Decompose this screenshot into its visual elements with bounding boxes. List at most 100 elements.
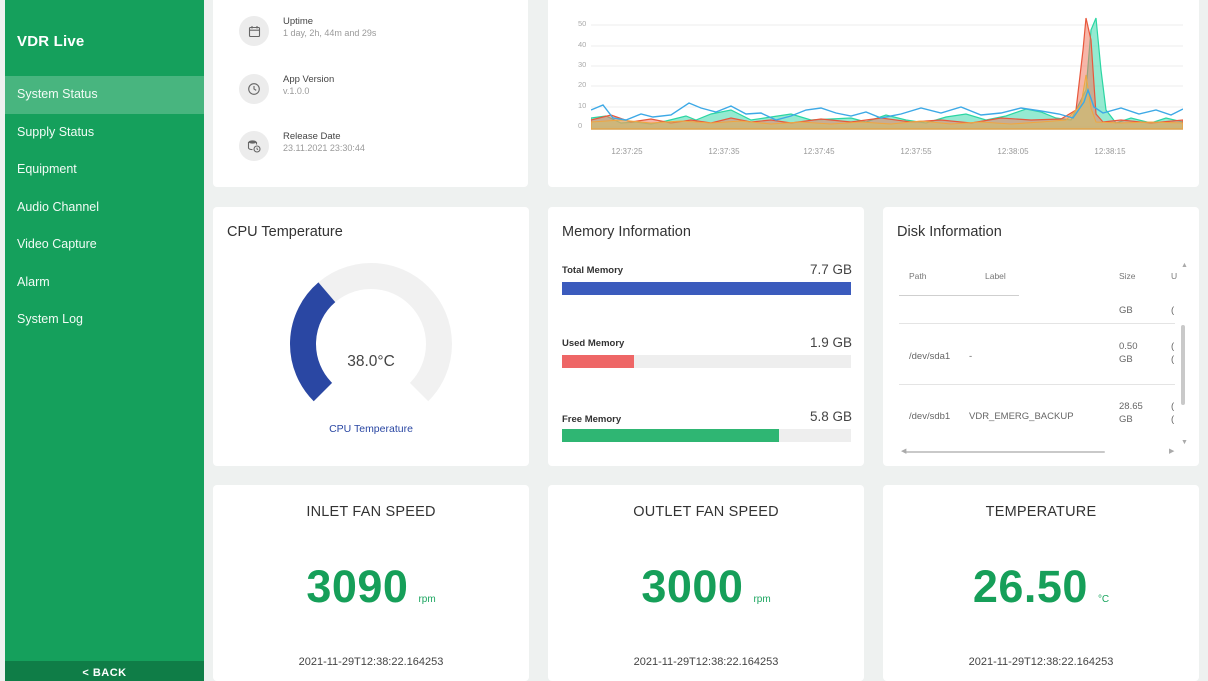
x-tick: 12:37:35 (708, 147, 740, 156)
x-tick: 12:38:15 (1094, 147, 1126, 156)
metric-title: TEMPERATURE (985, 504, 1097, 520)
sidebar-item-system-log[interactable]: System Log (5, 301, 204, 339)
sidebar-item-supply-status[interactable]: Supply Status (5, 114, 204, 152)
column-header-size[interactable]: Size (1119, 271, 1136, 281)
metric-value-row: 3090 rpm (213, 561, 529, 613)
sidebar-nav: System Status Supply Status Equipment Au… (5, 76, 204, 339)
metric-title: INLET FAN SPEED (306, 504, 436, 520)
column-header-path[interactable]: Path (909, 271, 927, 281)
row-divider (899, 295, 1019, 296)
table-cell: GB (1119, 305, 1133, 316)
x-axis: 12:37:25 12:37:35 12:37:45 12:37:55 12:3… (548, 147, 1199, 159)
table-cell-size-unit: GB (1119, 354, 1133, 365)
database-clock-icon (239, 131, 269, 161)
disk-card: Disk Information Path Label Size U GB ( … (883, 207, 1199, 466)
used-memory-value: 1.9 GB (809, 335, 852, 350)
cpu-gauge-caption: CPU Temperature (329, 423, 413, 435)
sidebar-item-system-status[interactable]: System Status (5, 76, 204, 114)
table-cell: ( (1171, 401, 1175, 412)
free-memory-fill (562, 429, 779, 442)
free-memory-label: Free Memory (562, 414, 622, 425)
column-header-label[interactable]: Label (985, 271, 1006, 281)
metric-value: 3090 (306, 561, 409, 612)
total-memory-bar (562, 282, 851, 295)
scroll-right-icon[interactable]: ▶ (1169, 447, 1174, 455)
sidebar-item-equipment[interactable]: Equipment (5, 151, 204, 189)
uptime-label: Uptime (283, 16, 314, 27)
release-date-value: 23.11.2021 23:30:44 (283, 143, 365, 153)
metric-unit: rpm (753, 594, 771, 605)
vertical-scrollbar[interactable] (1181, 325, 1185, 405)
table-cell: ( (1171, 341, 1175, 352)
sidebar-item-alarm[interactable]: Alarm (5, 264, 204, 302)
metric-unit: rpm (418, 594, 436, 605)
back-button[interactable]: < BACK (5, 661, 204, 681)
load-chart-plot (591, 17, 1183, 130)
disk-table-body: GB ( /dev/sda1 - 0.50 GB ( ( /dev/sdb1 V… (899, 293, 1175, 437)
metric-timestamp: 2021-11-29T12:38:22.164253 (968, 656, 1114, 668)
calendar-icon (239, 16, 269, 46)
sidebar: VDR Live System Status Supply Status Equ… (5, 0, 204, 681)
table-cell-size-unit: GB (1119, 414, 1133, 425)
metric-value: 26.50 (972, 561, 1088, 612)
table-cell: ( (1171, 354, 1175, 365)
scroll-up-icon[interactable]: ▲ (1181, 262, 1188, 269)
memory-card-title: Memory Information (562, 224, 691, 240)
scroll-down-icon[interactable]: ▼ (1181, 439, 1188, 446)
total-memory-label: Total Memory (562, 265, 624, 276)
table-cell: ( (1171, 305, 1175, 316)
y-tick: 20 (578, 80, 587, 89)
y-tick: 10 (578, 101, 587, 110)
table-cell: ( (1171, 414, 1175, 425)
temperature-card: TEMPERATURE 26.50 °C 2021-11-29T12:38:22.… (883, 485, 1199, 681)
row-divider (899, 384, 1175, 385)
metric-unit: °C (1097, 594, 1110, 605)
y-tick: 40 (578, 40, 587, 49)
used-memory-bar (562, 355, 851, 368)
table-cell-path: /dev/sdb1 (909, 411, 951, 422)
load-chart-card: 50 40 30 20 10 0 12:37:25 12:37:35 12:37… (548, 0, 1199, 187)
release-date-label: Release Date (283, 131, 341, 142)
x-tick: 12:37:45 (803, 147, 835, 156)
x-tick: 12:37:55 (900, 147, 932, 156)
cpu-temperature-value: 38.0°C (347, 353, 395, 370)
system-info-card: Uptime 1 day, 2h, 44m and 29s App Versio… (213, 0, 528, 187)
app-title: VDR Live (17, 33, 85, 50)
row-divider (899, 323, 1175, 324)
table-cell-size: 0.50 (1119, 341, 1138, 352)
sidebar-item-video-capture[interactable]: Video Capture (5, 226, 204, 264)
cpu-temperature-card: CPU Temperature 38.0°C CPU Temperature (213, 207, 529, 466)
gauge-fill (290, 282, 336, 402)
uptime-value: 1 day, 2h, 44m and 29s (283, 28, 377, 38)
metric-title: OUTLET FAN SPEED (633, 504, 779, 520)
y-tick: 0 (578, 121, 583, 130)
metric-value-row: 3000 rpm (548, 561, 864, 613)
y-tick: 50 (578, 19, 587, 28)
total-memory-fill (562, 282, 851, 295)
table-cell-size: 28.65 (1119, 401, 1143, 412)
cpu-card-title: CPU Temperature (227, 224, 343, 240)
table-cell-label: - (969, 351, 973, 362)
cpu-gauge (290, 263, 452, 402)
app-version-value: v.1.0.0 (283, 86, 310, 96)
column-header-u[interactable]: U (1171, 271, 1177, 281)
used-memory-label: Used Memory (562, 338, 625, 349)
sidebar-item-audio-channel[interactable]: Audio Channel (5, 189, 204, 227)
total-memory-value: 7.7 GB (809, 262, 852, 277)
horizontal-scrollbar[interactable] (905, 451, 1105, 453)
metric-timestamp: 2021-11-29T12:38:22.164253 (298, 656, 444, 668)
memory-card: Memory Information Total Memory 7.7 GB U… (548, 207, 864, 466)
used-memory-fill (562, 355, 635, 368)
x-tick: 12:38:05 (997, 147, 1029, 156)
metric-value: 3000 (641, 561, 744, 612)
metric-timestamp: 2021-11-29T12:38:22.164253 (633, 656, 779, 668)
disk-card-title: Disk Information (897, 224, 1002, 240)
inlet-fan-speed-card: INLET FAN SPEED 3090 rpm 2021-11-29T12:38… (213, 485, 529, 681)
table-cell-label: VDR_EMERG_BACKUP (969, 411, 1074, 422)
table-cell-path: /dev/sda1 (909, 351, 951, 362)
app-version-label: App Version (283, 74, 335, 85)
outlet-fan-speed-card: OUTLET FAN SPEED 3000 rpm 2021-11-29T12:3… (548, 485, 864, 681)
clock-icon (239, 74, 269, 104)
free-memory-bar (562, 429, 851, 442)
scroll-left-icon[interactable]: ◀ (901, 447, 906, 455)
